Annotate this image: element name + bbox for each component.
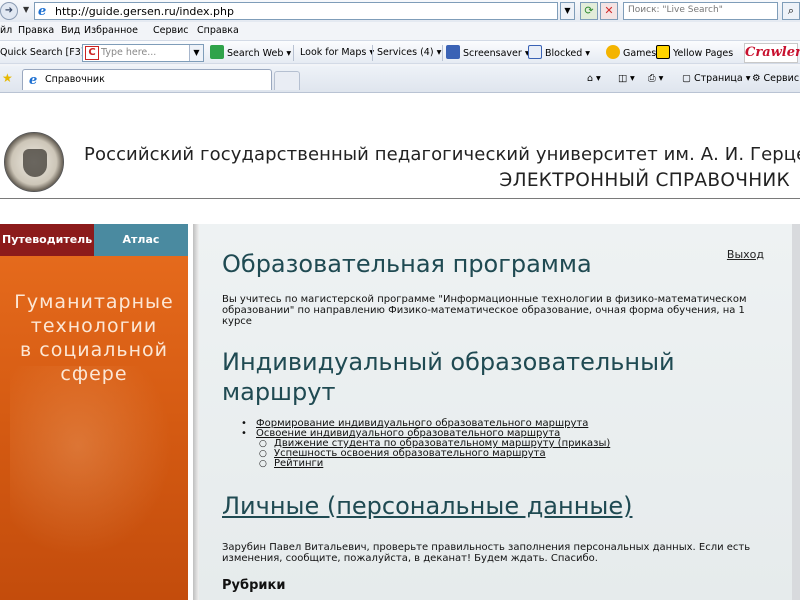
search-web-icon xyxy=(210,45,224,59)
tab-active[interactable]: e Справочник xyxy=(22,69,272,90)
blocked-icon xyxy=(528,45,542,59)
header-divider xyxy=(0,198,800,199)
menu-edit[interactable]: Правка xyxy=(18,25,54,36)
site-header: Российский государственный педагогически… xyxy=(0,124,800,214)
logout-link[interactable]: Выход xyxy=(727,248,764,261)
favorites-star-icon[interactable]: ★ xyxy=(2,71,13,85)
right-scrollbar[interactable] xyxy=(792,224,800,600)
address-dropdown-button[interactable]: ▼ xyxy=(560,2,575,20)
yellow-pages-icon xyxy=(656,45,670,59)
refresh-button[interactable]: ⟳ xyxy=(580,2,598,20)
route-heading: Индивидуальный образовательный маршрут xyxy=(222,348,675,406)
menu-help[interactable]: Справка xyxy=(197,25,239,36)
menu-favorites[interactable]: Избранное xyxy=(84,25,138,36)
main-content: Выход Образовательная программа Вы учите… xyxy=(199,224,792,600)
toolbar-separator xyxy=(372,45,373,61)
screensaver-icon xyxy=(446,45,460,59)
quick-search-input[interactable]: C Type here... ▼ xyxy=(82,44,204,62)
tab-bar: ★ e Справочник ⌂ ▾ ◫ ▾ ⎙ ▾ ▢ Страница ▾ … xyxy=(0,66,800,92)
menu-file[interactable]: йл xyxy=(0,25,12,36)
ie-page-icon: e xyxy=(38,4,47,19)
tab-title: Справочник xyxy=(45,74,105,85)
route-sublist: Движение студента по образовательному ма… xyxy=(241,439,610,470)
new-tab-button[interactable] xyxy=(274,71,300,90)
quick-search-dropdown-icon[interactable]: ▼ xyxy=(189,45,203,61)
address-bar-row: ➜ ▼ e http://guide.gersen.ru/index.php ▼… xyxy=(0,0,800,22)
crawler-logo[interactable]: Crawler xyxy=(744,43,800,63)
third-party-toolbar: Quick Search [F3] C Type here... ▼ Searc… xyxy=(0,40,800,64)
ie-tab-icon: e xyxy=(29,73,38,88)
games-icon xyxy=(606,45,620,59)
quick-search-placeholder: Type here... xyxy=(101,47,157,58)
personal-data-link[interactable]: Личные (персональные данные) xyxy=(222,492,632,520)
print-button[interactable]: ⎙ ▾ xyxy=(648,73,663,84)
promo-banner: Гуманитарные технологии в социальной сфе… xyxy=(0,256,188,600)
promo-line: сфере xyxy=(60,363,128,385)
list-item: Рейтинги xyxy=(259,458,610,470)
search-web-button[interactable]: Search Web ▾ xyxy=(210,45,291,61)
services-button[interactable]: Services (4) ▾ xyxy=(377,45,441,61)
content-area: Путеводитель Атлас Гуманитарные технолог… xyxy=(0,224,800,600)
menu-view[interactable]: Вид xyxy=(61,25,80,36)
blocked-button[interactable]: Blocked ▾ xyxy=(528,45,590,61)
tab-atlas[interactable]: Атлас xyxy=(94,224,188,256)
browser-chrome: ➜ ▼ e http://guide.gersen.ru/index.php ▼… xyxy=(0,0,800,93)
feeds-button[interactable]: ◫ ▾ xyxy=(618,73,635,84)
forward-button[interactable]: ➜ xyxy=(0,2,18,20)
history-dropdown-icon[interactable]: ▼ xyxy=(23,5,29,14)
menu-tools[interactable]: Сервис xyxy=(153,25,189,36)
stop-button[interactable]: ✕ xyxy=(600,2,618,20)
university-title: Российский государственный педагогически… xyxy=(84,144,800,165)
personal-data-notice: Зарубин Павел Витальевич, проверьте прав… xyxy=(222,542,751,564)
promo-line: технологии xyxy=(30,315,158,337)
toolbar-separator xyxy=(293,45,294,61)
sidebar: Путеводитель Атлас Гуманитарные технолог… xyxy=(0,224,188,600)
quick-search-label: Quick Search [F3] xyxy=(0,47,85,58)
rubrics-heading: Рубрики xyxy=(222,578,286,593)
page-menu-button[interactable]: ▢ Страница ▾ xyxy=(682,73,751,84)
home-button[interactable]: ⌂ ▾ xyxy=(587,73,601,84)
url-text: http://guide.gersen.ru/index.php xyxy=(55,5,234,18)
address-input[interactable]: e http://guide.gersen.ru/index.php xyxy=(34,2,558,20)
crawler-c-icon: C xyxy=(85,46,99,60)
web-page: Российский государственный педагогически… xyxy=(0,94,800,600)
ratings-link[interactable]: Рейтинги xyxy=(274,458,323,469)
handbook-title: ЭЛЕКТРОННЫЙ СПРАВОЧНИК xyxy=(499,170,790,191)
program-description: Вы учитесь по магистерской программе "Ин… xyxy=(222,294,747,327)
program-heading: Образовательная программа xyxy=(222,250,592,278)
menu-bar: йл Правка Вид Избранное Сервис Справка xyxy=(0,23,800,39)
promo-line: в социальной xyxy=(20,339,168,361)
tab-guide[interactable]: Путеводитель xyxy=(0,224,94,256)
yellow-pages-button[interactable]: Yellow Pages xyxy=(656,45,733,61)
search-go-button[interactable]: ⌕ xyxy=(782,2,800,20)
live-search-input[interactable]: Поиск: "Live Search" xyxy=(623,2,778,20)
route-link-list: Формирование индивидуального образовател… xyxy=(241,419,610,470)
promo-line: Гуманитарные xyxy=(14,291,174,313)
university-seal-logo xyxy=(4,132,64,192)
games-button[interactable]: Games xyxy=(606,45,656,61)
toolbar-separator xyxy=(442,45,443,61)
screensaver-button[interactable]: Screensaver ▾ xyxy=(446,45,530,61)
tools-menu-button[interactable]: ⚙ Сервис xyxy=(752,73,799,84)
sidebar-tabs: Путеводитель Атлас xyxy=(0,224,188,256)
look-for-maps-button[interactable]: Look for Maps ▾ xyxy=(300,45,374,61)
